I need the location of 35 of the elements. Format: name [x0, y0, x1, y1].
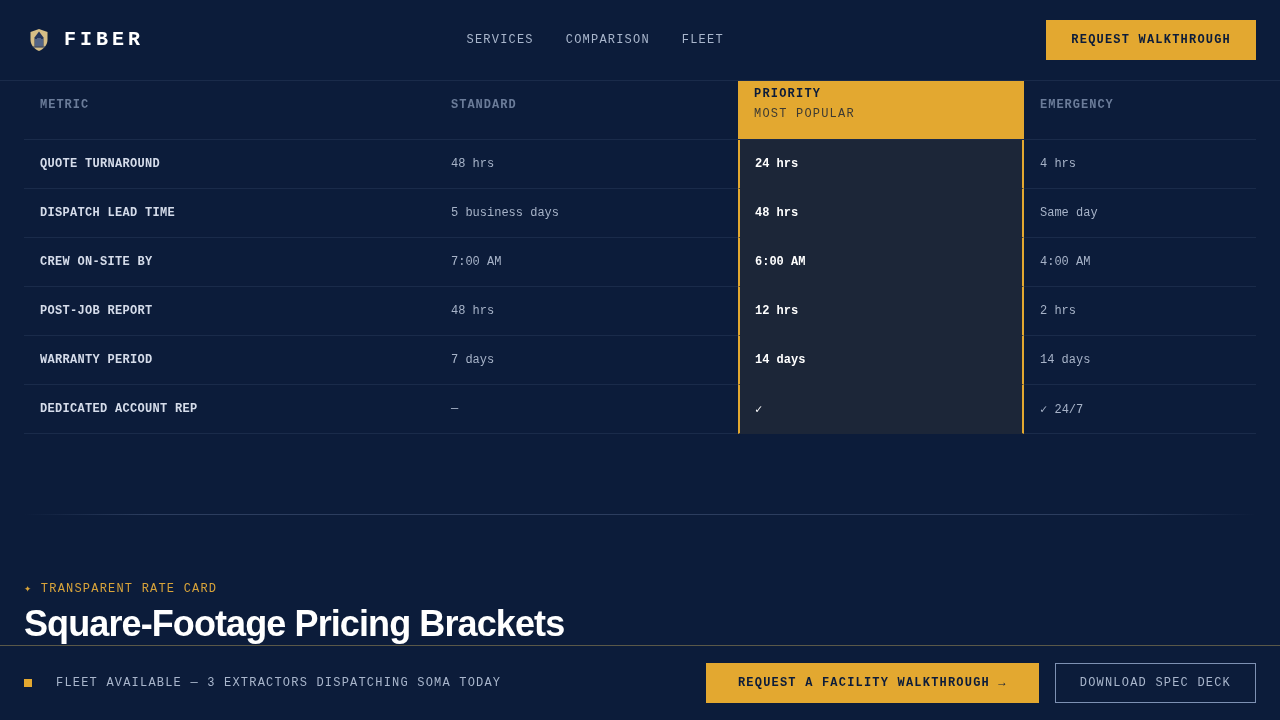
table-cell: 4 hrs: [1024, 140, 1256, 189]
status-square-icon: [24, 679, 32, 687]
metric-cell: WARRANTY PERIOD: [24, 336, 435, 385]
nav-link[interactable]: FLEET: [681, 32, 724, 48]
metric-cell: QUOTE TURNAROUND: [24, 140, 435, 189]
brand-name[interactable]: FIBER: [64, 28, 144, 52]
table-cell: 14 days: [1024, 336, 1256, 385]
eyebrow-text: ✦ TRANSPARENT RATE CARD: [24, 582, 218, 596]
metric-cell: DISPATCH LEAD TIME: [24, 189, 435, 238]
table-cell: Same day: [1024, 189, 1256, 238]
table-cell: 48 hrs: [738, 189, 1024, 238]
metric-cell: DEDICATED ACCOUNT REP: [24, 385, 435, 434]
download-button[interactable]: DOWNLOAD SPEC DECK: [1054, 663, 1256, 703]
table-cell: 6:00 AM: [738, 238, 1024, 287]
shield-logo-icon: [30, 29, 48, 51]
table-cell: 12 hrs: [738, 287, 1024, 336]
table-cell: 4:00 AM: [1024, 238, 1256, 287]
column-label: EMERGENCY: [1040, 97, 1115, 113]
nav-link[interactable]: SERVICES: [466, 32, 534, 48]
column-label: METRIC: [40, 97, 91, 113]
nav-link[interactable]: COMPARISON: [565, 32, 650, 48]
fleet-status-text: FLEET AVAILABLE — 3 EXTRACTORS DISPATCHING SOMA TODAY: [56, 675, 502, 691]
table-cell: 14 days: [738, 336, 1024, 385]
table-cell: 24 hrs: [738, 140, 1024, 189]
column-label: STANDARD: [451, 97, 518, 113]
table-cell: ✓ 24/7: [1024, 385, 1256, 434]
metric-cell: POST-JOB REPORT: [24, 287, 435, 336]
popular-label: MOST POPULAR: [754, 106, 856, 122]
table-cell: ✓: [738, 385, 1024, 434]
metric-cell: CREW ON-SITE BY: [24, 238, 435, 287]
table-cell: 2 hrs: [1024, 287, 1256, 336]
walkthrough-button[interactable]: REQUEST A FACILITY WALKTHROUGH →: [705, 663, 1039, 703]
column-label: PRIORITY: [754, 86, 823, 102]
request-walkthrough-button[interactable]: REQUEST WALKTHROUGH: [1046, 20, 1256, 60]
section-title: Square-Footage Pricing Brackets: [24, 604, 566, 644]
